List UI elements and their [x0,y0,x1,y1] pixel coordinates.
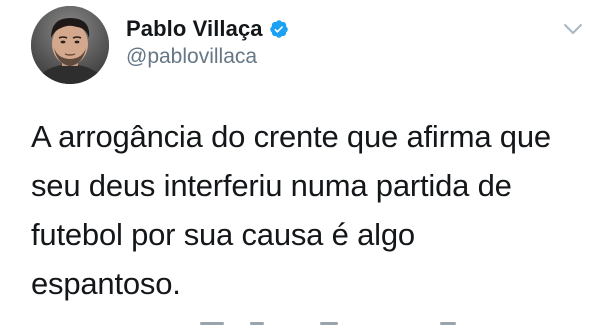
cropped-text-fragment [250,322,264,325]
tweet-text: A arrogância do crente que afirma que se… [31,119,551,301]
author-name-row[interactable]: Pablo Villaça [126,15,289,43]
author-handle[interactable]: @pablovillaca [126,45,257,69]
avatar-photo [31,6,109,84]
verified-badge-icon [269,19,289,39]
author-display-name[interactable]: Pablo Villaça [126,16,263,42]
avatar[interactable] [31,6,109,84]
cropped-text-fragment [440,322,456,325]
chevron-down-icon[interactable] [563,22,583,36]
cropped-text-fragment [200,322,224,325]
tweet-card: Pablo Villaça @pablovillaca A arrogância… [0,0,610,329]
cropped-text-fragment [320,322,338,325]
cropped-metadata-row [190,322,490,329]
